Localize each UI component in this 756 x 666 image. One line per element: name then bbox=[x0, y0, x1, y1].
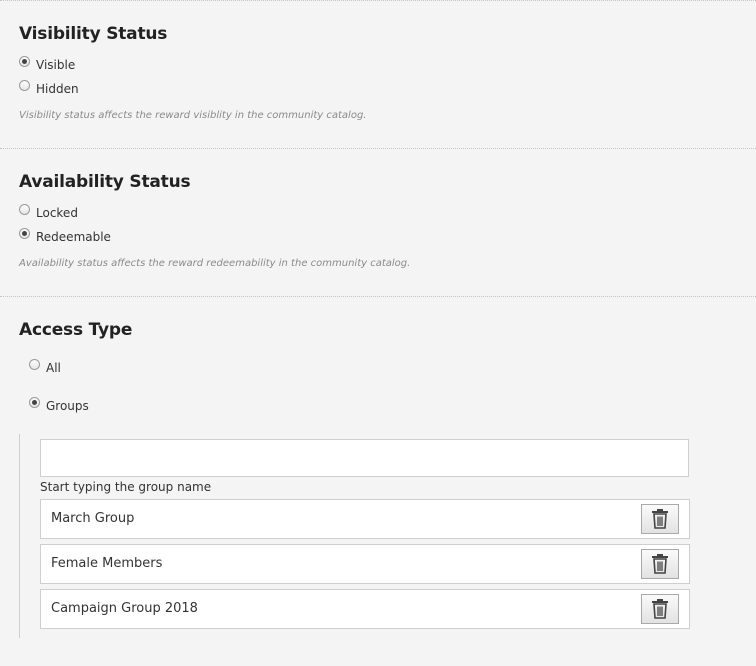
availability-help-text: Availability status affects the reward r… bbox=[19, 258, 411, 269]
hidden-radio[interactable] bbox=[19, 79, 30, 91]
visible-radio-label: Visible bbox=[36, 58, 76, 72]
section-divider bbox=[0, 0, 756, 1]
visible-radio[interactable] bbox=[19, 55, 30, 67]
access-groups-option[interactable]: Groups bbox=[29, 394, 89, 414]
delete-group-button[interactable] bbox=[641, 594, 679, 624]
trash-icon bbox=[652, 509, 668, 529]
visibility-help-text: Visibility status affects the reward vis… bbox=[19, 110, 367, 121]
group-name: Female Members bbox=[51, 556, 163, 571]
section-divider bbox=[0, 296, 756, 297]
availability-status-title: Availability Status bbox=[19, 172, 191, 192]
all-radio[interactable] bbox=[29, 358, 40, 370]
visibility-visible-option[interactable]: Visible bbox=[19, 53, 75, 73]
visibility-hidden-option[interactable]: Hidden bbox=[19, 77, 79, 97]
trash-icon bbox=[652, 554, 668, 574]
hidden-radio-label: Hidden bbox=[36, 82, 79, 96]
access-all-option[interactable]: All bbox=[29, 356, 61, 376]
group-list-item: Campaign Group 2018 bbox=[40, 589, 690, 629]
groups-radio-label: Groups bbox=[46, 399, 89, 413]
section-divider bbox=[0, 148, 756, 149]
group-list-item: March Group bbox=[40, 499, 690, 539]
group-name: March Group bbox=[51, 511, 135, 526]
reward-settings-page: Visibility Status Visible Hidden Visibil… bbox=[0, 0, 756, 666]
group-list-item: Female Members bbox=[40, 544, 690, 584]
access-type-title: Access Type bbox=[19, 320, 133, 340]
group-input-caption: Start typing the group name bbox=[40, 480, 212, 494]
visibility-status-title: Visibility Status bbox=[19, 24, 168, 44]
locked-radio-label: Locked bbox=[36, 206, 78, 220]
group-name: Campaign Group 2018 bbox=[51, 601, 198, 616]
groups-radio[interactable] bbox=[29, 396, 40, 408]
redeemable-radio-label: Redeemable bbox=[36, 230, 111, 244]
group-search-input[interactable] bbox=[40, 439, 689, 477]
locked-radio[interactable] bbox=[19, 203, 30, 215]
delete-group-button[interactable] bbox=[641, 549, 679, 579]
trash-icon bbox=[652, 599, 668, 619]
all-radio-label: All bbox=[46, 361, 61, 375]
delete-group-button[interactable] bbox=[641, 504, 679, 534]
availability-locked-option[interactable]: Locked bbox=[19, 201, 78, 221]
redeemable-radio[interactable] bbox=[19, 227, 30, 239]
availability-redeemable-option[interactable]: Redeemable bbox=[19, 225, 111, 245]
